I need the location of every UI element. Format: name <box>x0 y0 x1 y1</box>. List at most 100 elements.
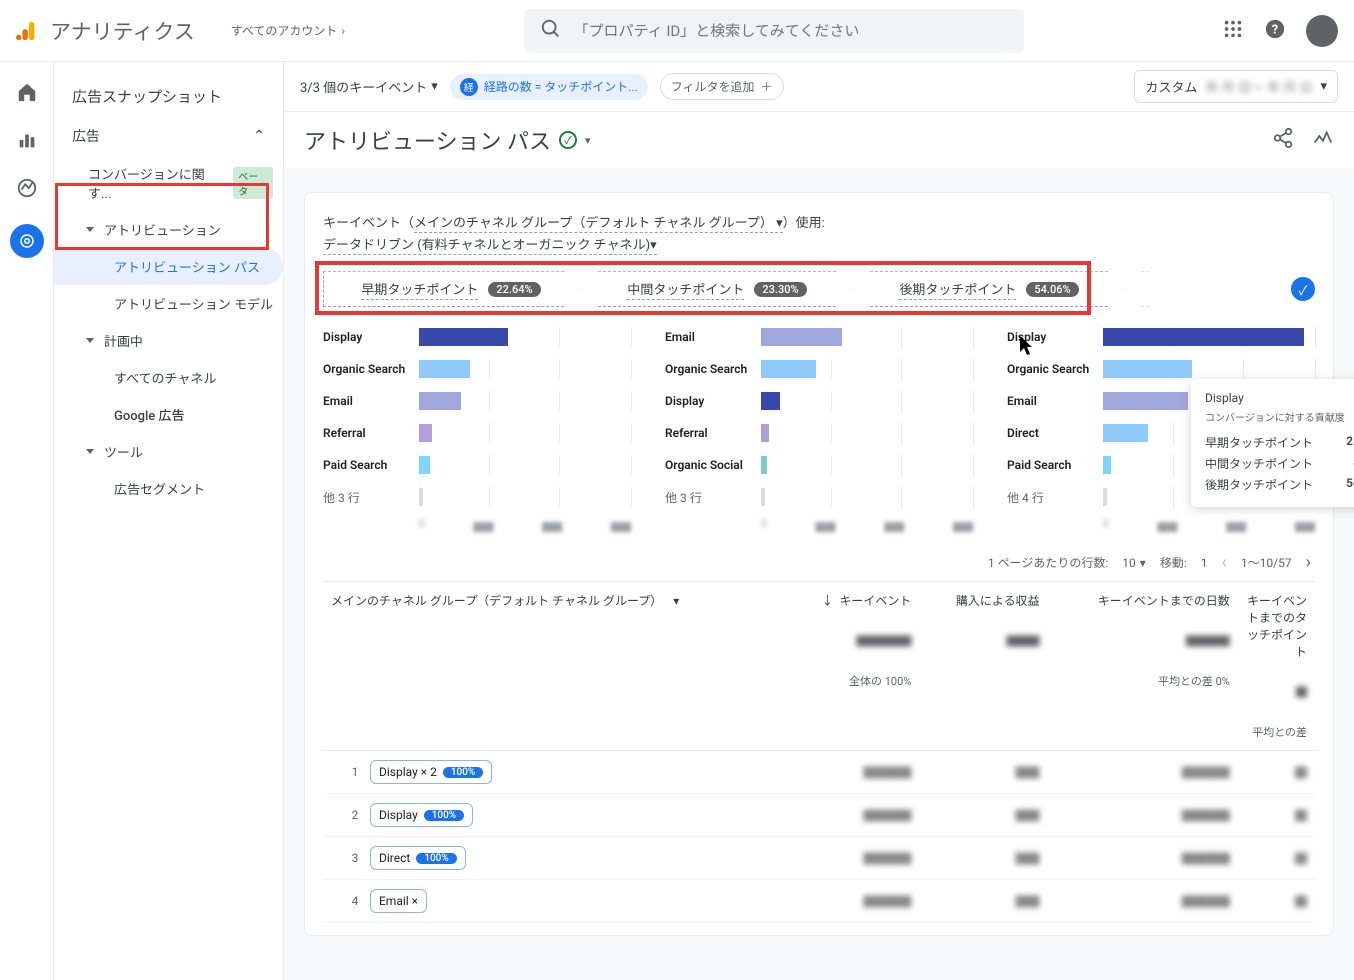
tooltip-title: Display <box>1205 391 1354 405</box>
prev-page-button[interactable]: ‹ <box>1222 552 1227 573</box>
explore-icon[interactable] <box>15 176 39 200</box>
sidebar-title[interactable]: 広告スナップショット <box>54 76 283 117</box>
avatar[interactable] <box>1306 15 1338 47</box>
sidebar-item-all-channels[interactable]: すべてのチャネル <box>54 359 283 396</box>
caret-down-icon <box>86 449 94 454</box>
table-row[interactable]: 2 Display 100% ████ ██ ████ █ <box>323 794 1315 837</box>
chart-bar[interactable] <box>419 328 508 346</box>
chevron-down-icon: ▾ <box>431 79 438 94</box>
chart-label: Referral <box>665 426 761 440</box>
plus-icon: ＋ <box>761 78 773 95</box>
path-badge-icon: 経 <box>460 78 478 96</box>
chart-row: Referral <box>665 417 973 449</box>
chevron-down-icon[interactable]: ▾ <box>585 134 591 147</box>
chart-more-row[interactable]: 他 3 行 <box>323 481 631 513</box>
sidebar-item-attribution-path[interactable]: アトリビューション パス <box>54 248 283 285</box>
next-page-button[interactable]: › <box>1306 552 1311 573</box>
sort-desc-icon: ↓ <box>821 592 833 609</box>
table-row[interactable]: 1 Display × 2 100% ████ ██ ████ █ <box>323 751 1315 794</box>
search-box[interactable] <box>524 9 1024 53</box>
rows-per-page-select[interactable]: 10 ▾ <box>1122 556 1146 570</box>
chevron-down-icon[interactable]: ▾ <box>673 594 679 608</box>
search-input[interactable] <box>574 22 1008 40</box>
chevron-up-icon: ⌃ <box>253 128 265 144</box>
home-icon[interactable] <box>15 80 39 104</box>
search-icon <box>540 18 562 44</box>
model-selector[interactable]: データドリブン (有料チャネルとオーガニック チャネル)▾ <box>323 238 657 255</box>
bar-chart: Email Organic Search Display Referral <box>665 321 973 534</box>
channel-chip: Display × 2 100% <box>370 760 492 784</box>
sidebar-item-google-ads[interactable]: Google 広告 <box>54 396 283 433</box>
reports-icon[interactable] <box>15 128 39 152</box>
chart-label: Organic Social <box>665 458 761 472</box>
sidebar-item-planning[interactable]: 計画中 <box>54 322 283 359</box>
chart-label: Organic Search <box>665 362 761 376</box>
chart-label: Organic Search <box>323 362 419 376</box>
chevron-down-icon: ▾ <box>1320 79 1327 94</box>
chart-axis: 0██████ <box>1103 519 1315 534</box>
chart-bar[interactable] <box>761 328 842 346</box>
chart-label: Display <box>323 330 419 344</box>
date-range-selector[interactable]: カスタム 年 月 日〜 年 月 日 ▾ <box>1134 70 1338 103</box>
chart-more-row[interactable]: 他 3 行 <box>665 481 973 513</box>
path-count-pill[interactable]: 経 経路の数 = タッチポイント... <box>450 74 648 100</box>
chart-row: Display <box>1007 321 1315 353</box>
touchpoint-early[interactable]: 早期タッチポイント 22.64% <box>323 271 579 307</box>
chart-bar[interactable] <box>1103 456 1111 474</box>
tooltip-row: 後期タッチポイント56.65 <box>1205 474 1354 495</box>
table-header-revenue[interactable]: 購入による収益 ███ <box>919 582 1047 751</box>
beta-badge: ベータ <box>233 167 273 199</box>
add-filter-button[interactable]: フィルタを追加 ＋ <box>660 73 784 100</box>
sidebar-item-tools[interactable]: ツール <box>54 433 283 470</box>
channel-group-selector[interactable]: メインのチャネル グループ（デフォルト チャネル グループ） ▾ <box>414 216 783 233</box>
table-header-key-events[interactable]: ↓キーイベント █████ 全体の 100% <box>783 582 919 751</box>
chart-bar[interactable] <box>1103 328 1304 346</box>
tooltip-row: 中間タッチポイント5.50 <box>1205 453 1354 474</box>
sidebar-item-ad-segments[interactable]: 広告セグメント <box>54 470 283 507</box>
apps-icon[interactable] <box>1222 18 1244 44</box>
touchpoint-mid[interactable]: 中間タッチポイント 23.30% <box>583 271 851 307</box>
table-header-touchpoints[interactable]: キーイベントまでのタッチポイント █ 平均との差 <box>1238 582 1315 751</box>
touchpoint-late[interactable]: 後期タッチポイント 54.06% <box>855 271 1123 307</box>
table-header-days[interactable]: キーイベントまでの日数 ████ 平均との差 0% <box>1047 582 1237 751</box>
chart-bar[interactable] <box>1103 360 1192 378</box>
chart-label: Email <box>665 330 761 344</box>
chart-bar[interactable] <box>419 424 432 442</box>
key-events-selector[interactable]: 3/3 個のキーイベント ▾ <box>300 77 438 96</box>
sidebar-item-attribution[interactable]: アトリビューション <box>54 211 283 248</box>
insights-icon[interactable] <box>1312 127 1334 153</box>
sidebar-item-conversion[interactable]: コンバージョンに関す... ベータ <box>54 155 283 211</box>
chart-axis: 0██████ <box>761 519 973 534</box>
help-icon[interactable]: ? <box>1264 18 1286 44</box>
chart-row: Paid Search <box>323 449 631 481</box>
chart-bar[interactable] <box>761 456 767 474</box>
chart-bar[interactable] <box>1103 424 1148 442</box>
goto-input[interactable]: 1 <box>1201 556 1208 570</box>
chart-bar[interactable] <box>1103 392 1188 410</box>
chart-bar[interactable] <box>761 360 816 378</box>
share-icon[interactable] <box>1272 127 1294 153</box>
card-header-text: キーイベント（メインのチャネル グループ（デフォルト チャネル グループ） ▾）… <box>323 213 1315 257</box>
table-row[interactable]: 4 Email × ████ ██ ████ █ <box>323 880 1315 923</box>
accounts-selector[interactable]: すべてのアカウント › <box>231 22 345 39</box>
chart-label: Paid Search <box>323 458 419 472</box>
sidebar-group-ads[interactable]: 広告 ⌃ <box>54 117 283 155</box>
chart-bar[interactable] <box>419 360 470 378</box>
tooltip: Display コンバージョンに対する貢献度 早期タッチポイント25.84中間タ… <box>1191 379 1354 507</box>
advertising-icon[interactable] <box>10 224 44 258</box>
chart-bar[interactable] <box>761 424 769 442</box>
chart-row: Referral <box>323 417 631 449</box>
chart-bar[interactable] <box>761 392 780 410</box>
chart-label: Organic Search <box>1007 362 1103 376</box>
table-header-dimension[interactable]: メインのチャネル グループ（デフォルト チャネル グループ） ▾ <box>323 582 783 751</box>
sidebar-item-attribution-model[interactable]: アトリビューション モデル <box>54 285 283 322</box>
caret-down-icon <box>86 338 94 343</box>
chart-bar[interactable] <box>419 392 461 410</box>
check-circle-icon[interactable]: ✓ <box>559 131 577 149</box>
chart-row: Email <box>665 321 973 353</box>
chevron-right-icon: › <box>341 24 345 38</box>
chart-label: Email <box>1007 394 1103 408</box>
chart-bar[interactable] <box>419 456 430 474</box>
page-range: 1〜10/57 <box>1241 554 1292 571</box>
table-row[interactable]: 3 Direct 100% ████ ██ ████ █ <box>323 837 1315 880</box>
